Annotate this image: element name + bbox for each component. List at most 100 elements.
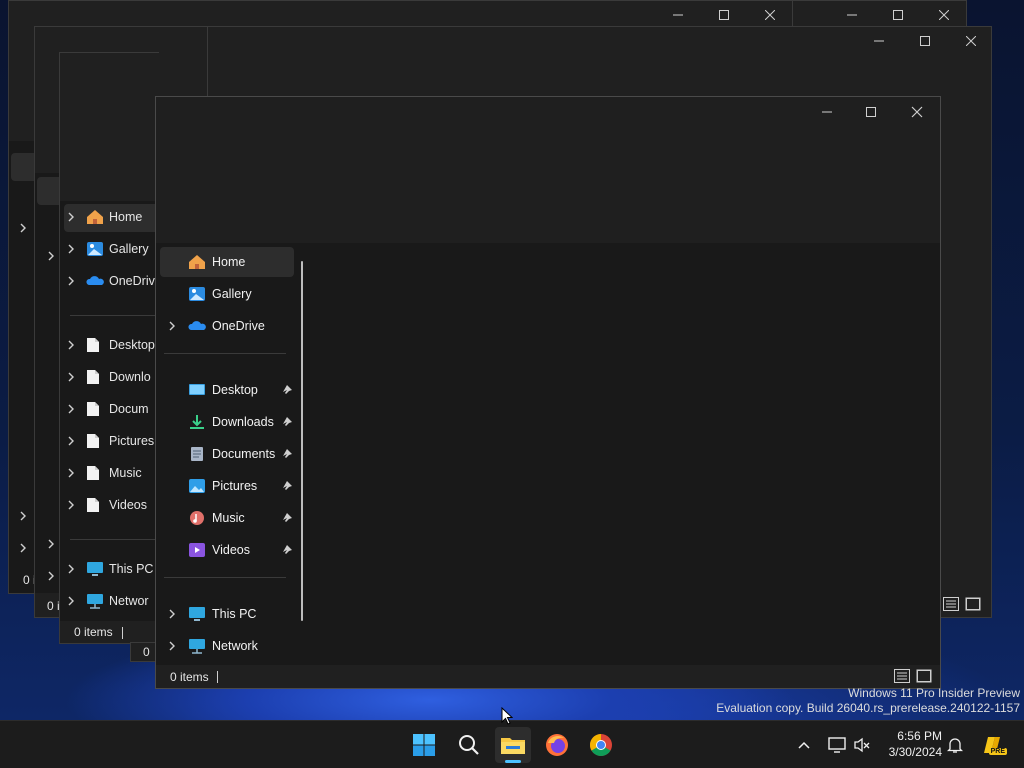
home-icon xyxy=(86,209,104,225)
nav-item-downlo[interactable]: Downlo xyxy=(60,361,151,393)
chevron-right-icon[interactable] xyxy=(60,500,82,510)
copilot-badge: PRE xyxy=(988,748,1007,755)
chevron-right-icon[interactable] xyxy=(19,511,27,521)
nav-item-gallery[interactable]: Gallery xyxy=(160,279,294,309)
watermark-line1: Windows 11 Pro Insider Preview xyxy=(848,686,1020,700)
details-view-icon[interactable] xyxy=(894,669,910,683)
chevron-right-icon[interactable] xyxy=(60,436,82,446)
file-explorer-icon xyxy=(501,738,525,754)
file-icon xyxy=(86,433,104,449)
nav-item-music[interactable]: Music xyxy=(160,503,294,533)
chevron-right-icon[interactable] xyxy=(160,609,184,619)
network-icon xyxy=(86,593,104,609)
home-icon xyxy=(188,254,206,270)
view-toggle[interactable] xyxy=(943,597,981,611)
chevron-right-icon[interactable] xyxy=(19,223,27,233)
search-icon xyxy=(459,735,479,755)
nav-scrollbar[interactable] xyxy=(301,261,303,621)
firefox-button[interactable] xyxy=(539,727,575,763)
nav-item-music[interactable]: Music xyxy=(60,457,142,489)
nav-item-label: Home xyxy=(109,210,143,224)
chevron-right-icon[interactable] xyxy=(160,641,184,651)
file-explorer-taskbar-button[interactable] xyxy=(495,727,531,763)
taskbar: 6:56 PM 3/30/2024 PRE xyxy=(0,720,1024,768)
nav-item-label: Videos xyxy=(212,543,250,557)
nav-item-label: Documents xyxy=(212,447,276,461)
nav-item-home[interactable]: Home xyxy=(160,247,294,277)
nav-item-label: Videos xyxy=(109,498,147,512)
chevron-right-icon[interactable] xyxy=(60,564,82,574)
this-pc-icon xyxy=(188,606,206,622)
this-pc-icon xyxy=(86,561,104,577)
nav-item-desktop[interactable]: Desktop xyxy=(60,329,155,361)
tiles-view-icon xyxy=(965,597,981,611)
show-hidden-icons-button[interactable] xyxy=(787,727,821,763)
chevron-right-icon[interactable] xyxy=(60,468,82,478)
nav-item-docum[interactable]: Docum xyxy=(60,393,149,425)
chevron-right-icon[interactable] xyxy=(60,212,82,222)
nav-item-pictures[interactable]: Pictures xyxy=(60,425,154,457)
chevron-up-icon xyxy=(798,741,810,749)
maximize-button[interactable] xyxy=(902,27,948,57)
content-pane[interactable] xyxy=(314,243,940,665)
status-item-count: 0 xyxy=(130,642,158,662)
minimize-button[interactable] xyxy=(804,97,850,127)
tiles-view-icon[interactable] xyxy=(916,669,932,683)
chevron-right-icon[interactable] xyxy=(60,404,82,414)
chevron-right-icon[interactable] xyxy=(60,244,82,254)
file-icon xyxy=(86,337,104,353)
status-bar: 0 items xyxy=(156,665,940,688)
status-item-count: 0 i xyxy=(47,599,60,613)
nav-item-label: Home xyxy=(212,255,246,269)
close-button[interactable] xyxy=(894,97,940,127)
minimize-button[interactable] xyxy=(856,27,902,57)
gallery-icon xyxy=(188,286,206,302)
nav-item-videos[interactable]: Videos xyxy=(160,535,294,565)
chevron-right-icon[interactable] xyxy=(60,372,82,382)
chevron-right-icon[interactable] xyxy=(19,543,27,553)
nav-item-documents[interactable]: Documents xyxy=(160,439,294,469)
chevron-right-icon[interactable] xyxy=(60,340,82,350)
chevron-right-icon[interactable] xyxy=(60,596,82,606)
chevron-right-icon[interactable] xyxy=(47,539,55,549)
notifications-button[interactable] xyxy=(938,727,972,763)
pin-icon xyxy=(282,448,292,462)
nav-item-label: Gallery xyxy=(109,242,149,256)
downloads-icon xyxy=(188,414,206,430)
nav-item-onedrive[interactable]: OneDrive xyxy=(60,265,159,297)
close-button[interactable] xyxy=(948,27,991,57)
clock[interactable]: 6:56 PM 3/30/2024 xyxy=(876,729,942,759)
copilot-button[interactable]: PRE xyxy=(975,727,1011,763)
nav-item-home[interactable]: Home xyxy=(60,201,142,233)
chevron-right-icon[interactable] xyxy=(60,276,82,286)
desktop-icon xyxy=(188,382,206,398)
nav-item-label: Network xyxy=(212,639,258,653)
chevron-right-icon[interactable] xyxy=(47,251,55,261)
volume-tray-button[interactable] xyxy=(845,727,879,763)
nav-item-desktop[interactable]: Desktop xyxy=(160,375,294,405)
status-item-count: 0 items xyxy=(74,625,113,639)
maximize-button[interactable] xyxy=(848,97,894,127)
nav-item-downloads[interactable]: Downloads xyxy=(160,407,294,437)
start-button[interactable] xyxy=(406,727,442,763)
file-explorer-window[interactable]: Home Gallery OneDrive Desktop Downloads Docum… xyxy=(155,96,941,689)
chevron-right-icon[interactable] xyxy=(47,571,55,581)
search-button[interactable] xyxy=(451,727,487,763)
nav-item-videos[interactable]: Videos xyxy=(60,489,147,521)
nav-item-network[interactable]: Network xyxy=(160,631,294,661)
videos-icon xyxy=(188,542,206,558)
nav-item-onedrive[interactable]: OneDrive xyxy=(160,311,294,341)
pictures-icon xyxy=(188,478,206,494)
nav-item-label: Music xyxy=(212,511,245,525)
nav-item-gallery[interactable]: Gallery xyxy=(60,233,149,265)
navigation-pane[interactable]: Home Gallery OneDrive Desktop Downloads Docum… xyxy=(156,243,314,665)
file-icon xyxy=(86,401,104,417)
nav-item-pictures[interactable]: Pictures xyxy=(160,471,294,501)
nav-item-label: Downloads xyxy=(212,415,274,429)
start-icon xyxy=(413,734,435,756)
chevron-right-icon[interactable] xyxy=(160,321,184,331)
nav-item-networ[interactable]: Networ xyxy=(60,585,149,617)
chrome-button[interactable] xyxy=(583,727,619,763)
nav-item-this-pc[interactable]: This PC xyxy=(160,599,294,629)
nav-item-this-pc[interactable]: This PC xyxy=(60,553,153,585)
